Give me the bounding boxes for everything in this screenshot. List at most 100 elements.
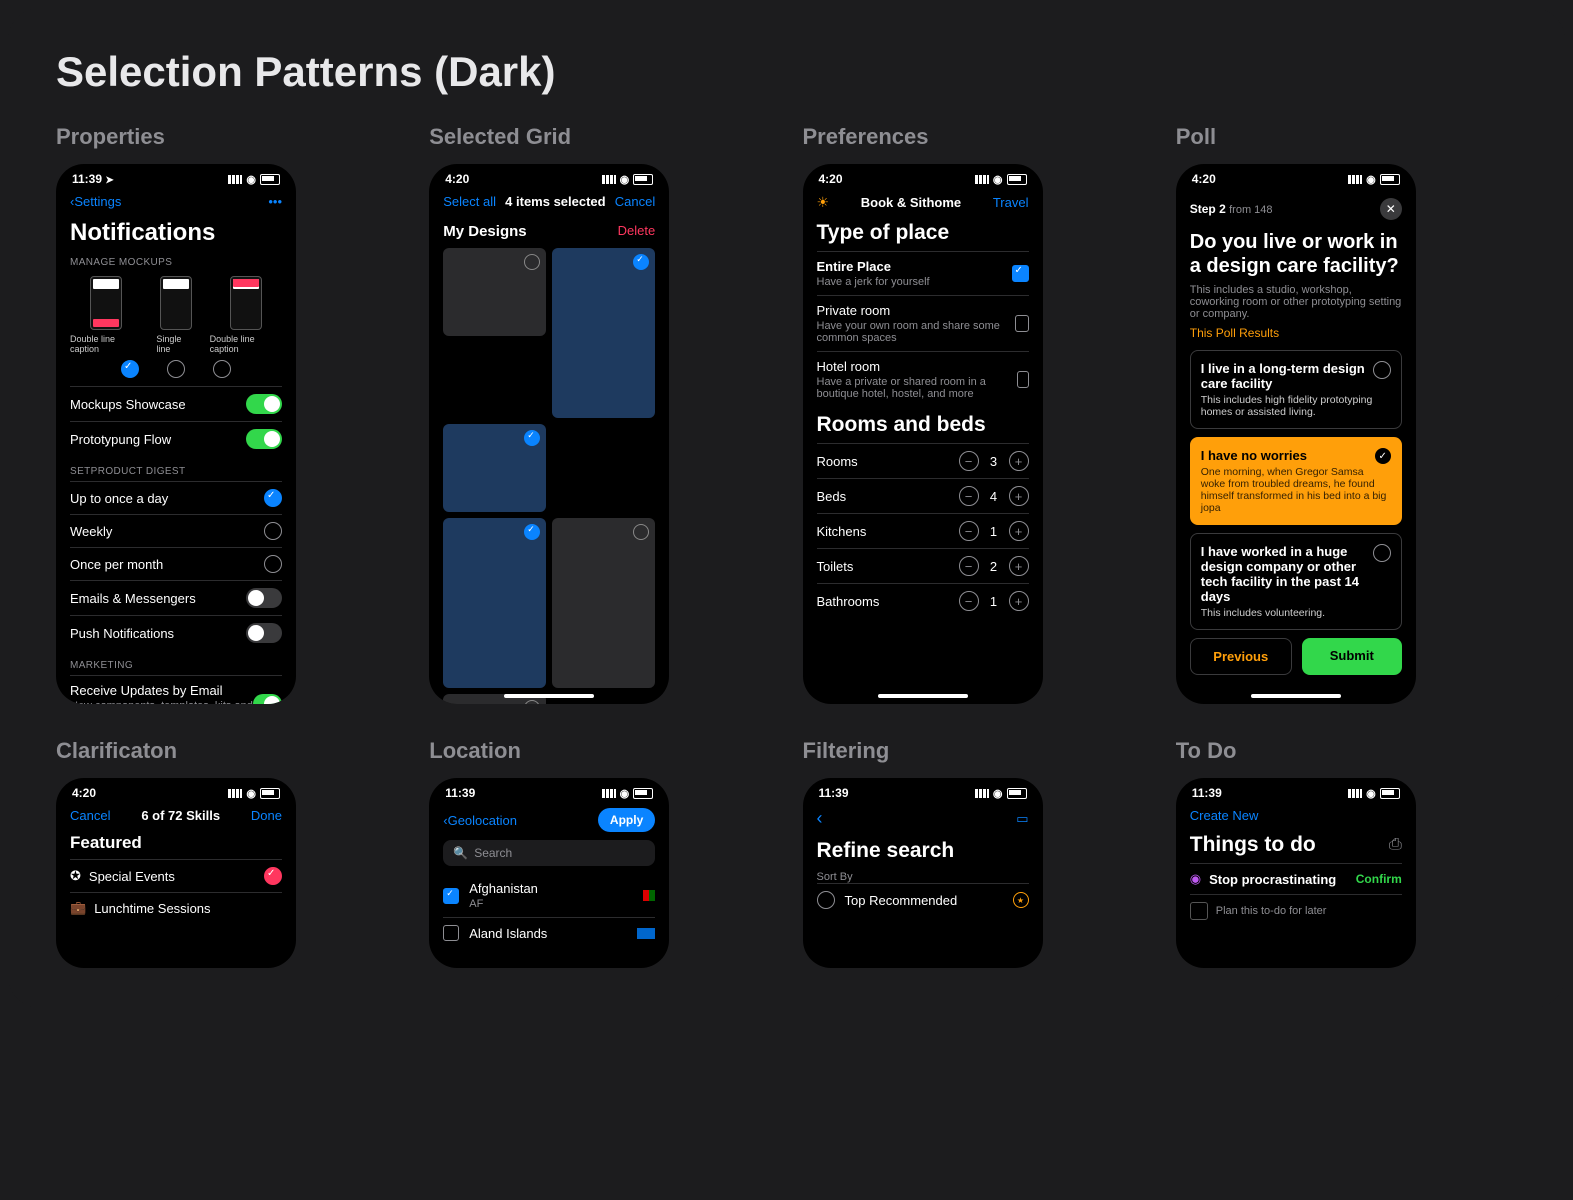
mockup-1[interactable]	[90, 276, 122, 330]
section-prefs: Preferences	[803, 124, 1144, 150]
search-icon: 🔍	[453, 846, 468, 860]
digest-weekly[interactable]: Weekly	[70, 524, 112, 539]
rooms-plus[interactable]: +	[1009, 451, 1029, 471]
rooms-beds: Rooms and beds	[817, 413, 1029, 437]
beds-minus[interactable]: −	[959, 486, 979, 506]
poll-option-2[interactable]: ✓ I have no worriesOne morning, when Gre…	[1190, 437, 1402, 525]
cancel-button[interactable]: Cancel	[615, 194, 655, 209]
clar-done[interactable]: Done	[251, 808, 282, 823]
section-properties: Properties	[56, 124, 397, 150]
check-events[interactable]	[264, 867, 282, 885]
radio-top[interactable]	[817, 891, 835, 909]
mockup-radio-3[interactable]	[213, 360, 231, 378]
wifi-icon: ◉	[246, 173, 256, 186]
bookmark-icon[interactable]: ▭	[1016, 811, 1028, 827]
check-af[interactable]	[443, 888, 459, 904]
filt-back[interactable]: ‹	[817, 808, 823, 829]
radio-weekly[interactable]	[264, 522, 282, 540]
status-bar: 11:39 ➤ ◉	[56, 164, 296, 190]
check-private[interactable]	[1015, 315, 1028, 332]
apply-button[interactable]: Apply	[598, 808, 655, 832]
phone-properties: 11:39 ➤ ◉ ‹Settings ••• Notifications MA…	[56, 164, 296, 704]
close-button[interactable]: ✕	[1380, 198, 1402, 220]
section-clar: Clarificaton	[56, 738, 397, 764]
digest-daily[interactable]: Up to once a day	[70, 491, 168, 506]
sun-icon[interactable]: ☀	[817, 194, 830, 211]
poll-radio-1[interactable]	[1373, 361, 1391, 379]
submit-button[interactable]: Submit	[1302, 638, 1402, 675]
star-badge-icon: ★	[1013, 892, 1029, 908]
phone-todo: 11:39◉ Create New Things to do ⎙ ◉Stop p…	[1176, 778, 1416, 968]
beds-plus[interactable]: +	[1009, 486, 1029, 506]
poll-question: Do you live or work in a design care fac…	[1190, 230, 1402, 278]
row-updates: Receive Updates by Email	[70, 683, 253, 698]
battery-icon	[260, 174, 280, 185]
featured-title: Featured	[70, 833, 282, 853]
check-entire[interactable]	[1012, 265, 1029, 282]
clar-cancel[interactable]: Cancel	[70, 808, 110, 823]
delete-link[interactable]: Delete	[618, 223, 656, 240]
todo-title: Things to do	[1190, 833, 1316, 857]
radio-daily[interactable]	[264, 489, 282, 507]
phone-poll: 4:20◉ Step 2 from 148 ✕ Do you live or w…	[1176, 164, 1416, 704]
mockup-3[interactable]	[230, 276, 262, 330]
check-hotel[interactable]	[1017, 371, 1028, 388]
confirm-button[interactable]: Confirm	[1356, 872, 1402, 886]
grid-tile-5[interactable]	[443, 518, 546, 688]
kitchens-plus[interactable]: +	[1009, 521, 1029, 541]
row-protoflow: Prototypung Flow	[70, 432, 171, 447]
toilets-minus[interactable]: −	[959, 556, 979, 576]
loc-back[interactable]: ‹Geolocation	[443, 813, 517, 828]
prefs-title: Book & Sithome	[861, 195, 961, 210]
refine-title: Refine search	[817, 839, 1029, 863]
poll-radio-2[interactable]: ✓	[1375, 448, 1391, 464]
poll-radio-3[interactable]	[1373, 544, 1391, 562]
section-poll: Poll	[1176, 124, 1517, 150]
baths-minus[interactable]: −	[959, 591, 979, 611]
row-push: Push Notifications	[70, 626, 174, 641]
poll-option-1[interactable]: I live in a long-term design care facili…	[1190, 350, 1402, 429]
create-new-link[interactable]: Create New	[1190, 808, 1259, 823]
type-of-place: Type of place	[817, 221, 1029, 245]
poll-option-3[interactable]: I have worked in a huge design company o…	[1190, 533, 1402, 630]
toggle-emails[interactable]	[246, 588, 282, 608]
toggle-showcase[interactable]	[246, 394, 282, 414]
grid-tile-1[interactable]	[443, 248, 546, 336]
more-button[interactable]: •••	[268, 194, 282, 209]
toggle-push[interactable]	[246, 623, 282, 643]
section-loc: Location	[429, 738, 770, 764]
toggle-protoflow[interactable]	[246, 429, 282, 449]
phone-clar: 4:20◉ Cancel 6 of 72 Skills Done Feature…	[56, 778, 296, 968]
star-icon: ✪	[70, 868, 81, 884]
travel-link[interactable]: Travel	[993, 195, 1029, 210]
location-icon: ➤	[105, 175, 113, 186]
grid-tile-3[interactable]	[443, 424, 546, 512]
grid-tile-4[interactable]	[552, 518, 655, 688]
search-input[interactable]: 🔍Search	[443, 840, 655, 866]
previous-button[interactable]: Previous	[1190, 638, 1292, 675]
toilets-plus[interactable]: +	[1009, 556, 1029, 576]
row-emails: Emails & Messengers	[70, 591, 196, 606]
phone-prefs: 4:20◉ ☀ Book & Sithome Travel Type of pl…	[803, 164, 1043, 704]
section-todo: To Do	[1176, 738, 1517, 764]
section-filt: Filtering	[803, 738, 1144, 764]
radio-monthly[interactable]	[264, 555, 282, 573]
mockup-radio-1[interactable]	[121, 360, 139, 378]
clock-icon: ◉	[1190, 871, 1201, 887]
mockup-radio-2[interactable]	[167, 360, 185, 378]
back-button[interactable]: ‹Settings	[70, 194, 121, 209]
check-ax[interactable]	[443, 925, 459, 941]
baths-plus[interactable]: +	[1009, 591, 1029, 611]
flag-af	[637, 890, 655, 901]
select-all-button[interactable]: Select all	[443, 194, 496, 209]
printer-icon[interactable]: ⎙	[1389, 836, 1402, 854]
todo-check[interactable]	[1190, 902, 1208, 920]
digest-monthly[interactable]: Once per month	[70, 557, 163, 572]
selected-count: 4 items selected	[505, 194, 605, 209]
poll-results-link[interactable]: This Poll Results	[1190, 326, 1402, 340]
toggle-updates[interactable]	[253, 694, 282, 705]
kitchens-minus[interactable]: −	[959, 521, 979, 541]
grid-tile-2[interactable]	[552, 248, 655, 418]
rooms-minus[interactable]: −	[959, 451, 979, 471]
mockup-2[interactable]	[160, 276, 192, 330]
